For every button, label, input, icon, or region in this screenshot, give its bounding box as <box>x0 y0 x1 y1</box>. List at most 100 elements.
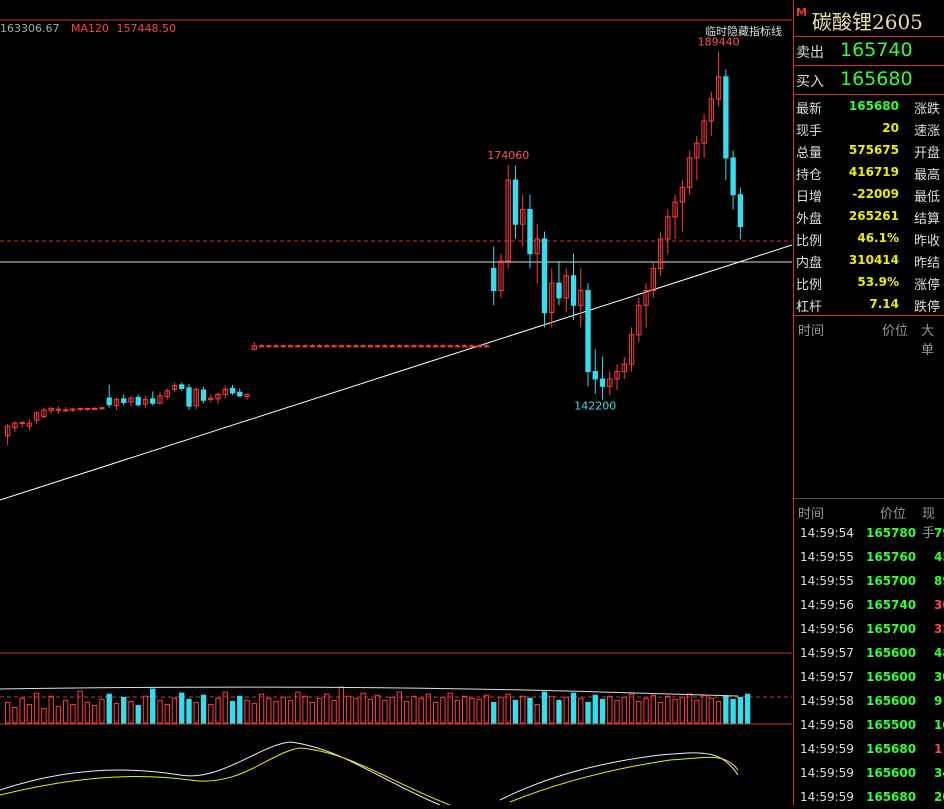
volume-bar <box>367 698 374 724</box>
stat-label: 外盘 <box>796 212 823 227</box>
candle-body <box>556 282 562 299</box>
volume-bar <box>411 695 417 724</box>
volume-bar <box>389 696 395 724</box>
stat-label: 日增 <box>796 190 823 205</box>
trade-qty: 118 <box>934 742 944 756</box>
kline-chart[interactable]: 174060142200189440 <box>0 0 792 805</box>
volume-bar <box>179 692 185 724</box>
stat-row: 总量 575675 开盘 <box>794 139 944 161</box>
stat-label-2: 结算 <box>914 212 941 227</box>
trade-time: 14:59:55 <box>800 574 854 588</box>
trade-qty: 34 <box>934 766 944 780</box>
candle-body <box>389 345 395 348</box>
candle-body <box>316 345 323 348</box>
candle-body <box>491 267 497 292</box>
volume-bar <box>345 695 352 724</box>
volume-bar <box>723 695 729 724</box>
trade-row: 14:59:58 165600 9 <box>794 689 944 713</box>
trade-rows: 14:59:541657807914:59:551657604514:59:55… <box>794 521 944 809</box>
trade-time: 14:59:54 <box>800 526 854 540</box>
buy-row[interactable]: 买入 165680 <box>794 66 944 95</box>
title-row: M 碳酸锂2605 <box>794 0 944 37</box>
volume-bar <box>599 698 606 724</box>
volume-bar <box>237 695 243 724</box>
candle-body <box>55 408 62 411</box>
candle-body <box>585 290 591 373</box>
candle-body <box>541 238 548 314</box>
candle-body <box>150 398 156 404</box>
volume-bar <box>643 697 649 724</box>
volume-bar <box>607 695 613 724</box>
volume-bar <box>534 703 540 724</box>
macd-dif-line <box>0 741 739 805</box>
volume-bar <box>563 696 569 724</box>
candle-body <box>353 345 359 348</box>
stat-value: 46.1% <box>857 231 899 245</box>
trade-qty: 45 <box>934 550 944 564</box>
big-time-header: 时间 <box>798 324 825 339</box>
volume-bar <box>374 694 381 724</box>
chart-area[interactable]: 174060 142200 189440 163306.67 MA120 15744… <box>0 0 792 805</box>
stat-row: 比例 53.9% 涨停 <box>794 271 944 293</box>
candle-body <box>266 345 272 348</box>
trade-price: 165760 <box>866 550 917 564</box>
volume-bar <box>258 693 265 724</box>
volume-bar <box>432 701 439 724</box>
big-order-col-header: 大单 <box>921 324 935 358</box>
trade-qty: 30 <box>934 670 944 684</box>
candle-body <box>592 371 598 380</box>
macd-dea-line <box>0 747 739 805</box>
stat-label: 比例 <box>796 234 823 249</box>
buy-price: 165680 <box>840 68 913 90</box>
trade-row: 14:59:59 165680 118 <box>794 737 944 761</box>
volume-bar <box>55 706 62 724</box>
stat-value: 165680 <box>848 99 899 113</box>
volume-bar <box>92 705 98 724</box>
candle-body <box>418 345 424 348</box>
trade-qty: 20 <box>934 790 944 804</box>
stat-value: 20 <box>882 121 899 135</box>
price-label: 142200 <box>574 400 616 413</box>
trade-time: 14:59:57 <box>800 646 854 660</box>
trade-qty: 9 <box>934 694 943 708</box>
stat-row: 日增 -22009 最低 <box>794 183 944 205</box>
volume-bar <box>549 695 555 724</box>
trade-price: 165780 <box>866 526 917 540</box>
candle-body <box>99 407 105 410</box>
volume-bar <box>41 708 47 724</box>
hide-indicator-button[interactable]: 临时隐藏指标线 <box>705 23 782 39</box>
volume-bar <box>360 692 366 724</box>
candle-body <box>77 407 83 410</box>
stat-row: 最新 165680 涨跌 <box>794 95 944 117</box>
volume-bar <box>418 697 424 724</box>
trade-row: 14:59:56 165740 30 <box>794 593 944 617</box>
trade-time: 14:59:59 <box>800 790 854 804</box>
volume-bar <box>701 694 707 724</box>
volume-bar <box>208 703 214 724</box>
volume-bar <box>200 694 207 724</box>
candle-body <box>476 345 482 348</box>
trade-row: 14:59:55 165760 45 <box>794 545 944 569</box>
sell-row[interactable]: 卖出 165740 <box>794 37 944 66</box>
stat-label: 内盘 <box>796 256 823 271</box>
candle-body <box>374 345 381 348</box>
candle-body <box>432 345 439 348</box>
price-label: 174060 <box>487 149 529 162</box>
stat-label: 现手 <box>796 124 823 139</box>
volume-bar <box>353 697 359 724</box>
trade-list[interactable]: 时间 价位 现手 14:59:54 165780 79 14:59:55 165760 4… <box>794 498 944 809</box>
candle-body <box>425 345 432 348</box>
candle-body <box>411 345 417 348</box>
candle-body <box>121 398 127 404</box>
stat-row: 杠杆 7.14 跌停 <box>794 293 944 315</box>
stat-row: 持仓 416719 最高 <box>794 161 944 183</box>
stat-value: 416719 <box>848 165 899 179</box>
candle-body <box>186 387 192 407</box>
stat-label: 杠杆 <box>796 300 823 315</box>
candle-body <box>447 345 453 348</box>
trade-time: 14:59:58 <box>800 694 854 708</box>
volume-bar <box>672 698 678 724</box>
volume-bar <box>585 701 591 724</box>
volume-bar <box>505 693 511 724</box>
candle-body <box>92 407 98 410</box>
